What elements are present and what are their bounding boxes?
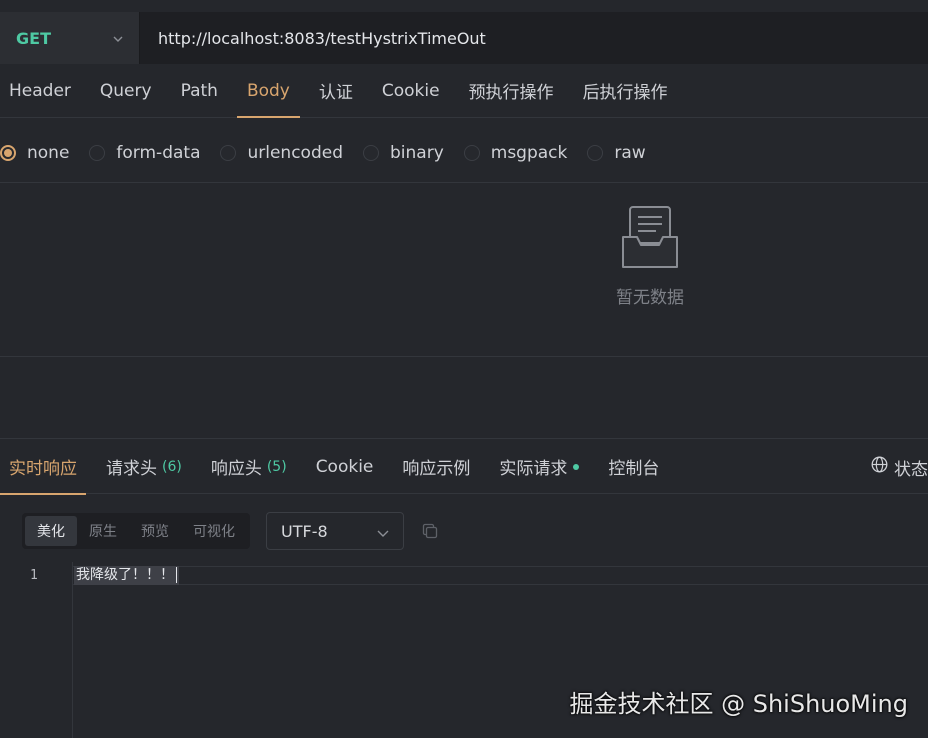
chevron-down-icon <box>113 31 123 45</box>
line-number: 1 <box>30 568 38 583</box>
tab-label: Cookie <box>315 456 374 477</box>
active-line-highlight <box>73 566 928 585</box>
tab-console[interactable]: 控制台 <box>608 440 659 494</box>
radio-raw[interactable]: raw <box>587 143 646 163</box>
method-select[interactable]: GET <box>0 12 140 64</box>
view-mode-raw[interactable]: 原生 <box>77 516 129 546</box>
url-bar: GET http://localhost:8083/testHystrixTim… <box>0 12 928 64</box>
radio-indicator[interactable] <box>363 145 379 161</box>
tab-auth[interactable]: 认证 <box>319 64 353 118</box>
count-badge: (5) <box>266 458 287 475</box>
tab-response-headers[interactable]: 响应头 (5) <box>211 440 287 494</box>
view-mode-visualize[interactable]: 可视化 <box>181 516 247 546</box>
radio-label: raw <box>614 143 646 163</box>
radio-indicator[interactable] <box>220 145 237 161</box>
radio-label: binary <box>390 143 444 163</box>
encoding-select[interactable]: UTF-8 <box>266 512 404 550</box>
tab-header[interactable]: Header <box>9 64 71 118</box>
tab-realtime-response[interactable]: 实时响应 <box>0 440 86 495</box>
radio-indicator[interactable] <box>0 145 16 161</box>
radio-label: msgpack <box>490 143 568 163</box>
api-client-window: GET http://localhost:8083/testHystrixTim… <box>0 0 928 738</box>
watermark: 掘金技术社区 @ ShiShuoMing <box>569 690 908 718</box>
code-line: 我降级了！！！ <box>74 566 179 585</box>
status-label: 状态 <box>894 459 928 480</box>
tab-cookie[interactable]: Cookie <box>316 440 374 494</box>
tab-post-request[interactable]: 后执行操作 <box>583 64 668 118</box>
globe-icon <box>871 456 888 478</box>
radio-indicator[interactable] <box>89 145 106 161</box>
tab-body[interactable]: Body <box>236 64 300 118</box>
empty-state: 暂无数据 <box>600 205 700 308</box>
radio-label: urlencoded <box>247 143 343 163</box>
radio-label: form-data <box>116 143 201 163</box>
status-dot <box>573 463 580 470</box>
tab-label: 实际请求 <box>499 459 568 479</box>
url-input[interactable]: http://localhost:8083/testHystrixTimeOut <box>140 29 486 48</box>
empty-inbox-icon <box>600 205 700 269</box>
gutter-border <box>72 562 73 738</box>
empty-text: 暂无数据 <box>616 288 684 308</box>
radio-binary[interactable]: binary <box>363 143 444 163</box>
tab-label: 控制台 <box>608 459 660 479</box>
response-toolbar: 美化 原生 预览 可视化 UTF-8 <box>22 512 440 550</box>
text-cursor <box>176 567 177 583</box>
view-mode-pretty[interactable]: 美化 <box>25 516 77 546</box>
radio-msgpack[interactable]: msgpack <box>463 143 568 163</box>
count-badge: (6) <box>162 458 182 475</box>
radio-indicator[interactable] <box>587 145 604 161</box>
tab-label: 请求头 <box>106 459 157 479</box>
tab-query[interactable]: Query <box>100 64 152 118</box>
tab-cookie[interactable]: Cookie <box>382 64 440 118</box>
radio-none[interactable]: none <box>0 143 69 163</box>
copy-icon[interactable] <box>420 521 440 541</box>
radio-urlencoded[interactable]: urlencoded <box>220 143 343 163</box>
tab-path[interactable]: Path <box>181 64 218 118</box>
method-label: GET <box>16 28 51 48</box>
tab-pre-request[interactable]: 预执行操作 <box>469 64 554 118</box>
view-mode-preview[interactable]: 预览 <box>129 516 181 546</box>
radio-label: none <box>27 143 70 163</box>
radio-form-data[interactable]: form-data <box>89 143 200 163</box>
code-text: 我降级了！！！ <box>76 567 174 583</box>
divider <box>0 182 928 183</box>
body-type-radios: none form-data urlencoded binary msgpack… <box>0 130 928 176</box>
tab-label: 实时响应 <box>9 459 77 479</box>
request-tabs: Header Query Path Body 认证 Cookie 预执行操作 后… <box>0 64 928 118</box>
divider <box>0 356 928 357</box>
response-tabs: 实时响应 请求头 (6) 响应头 (5) Cookie 响应示例 实际请求 控制… <box>0 440 928 495</box>
encoding-value: UTF-8 <box>281 521 328 541</box>
status-button[interactable]: 状态 <box>871 440 928 494</box>
view-mode-switch: 美化 原生 预览 可视化 <box>22 513 250 549</box>
tab-request-headers[interactable]: 请求头 (6) <box>106 440 182 494</box>
tab-response-example[interactable]: 响应示例 <box>402 440 470 494</box>
radio-indicator[interactable] <box>463 145 480 161</box>
tab-label: 响应头 <box>210 459 262 479</box>
tab-actual-request[interactable]: 实际请求 <box>499 440 580 494</box>
tab-label: 响应示例 <box>402 459 471 479</box>
chevron-down-icon <box>377 522 389 541</box>
